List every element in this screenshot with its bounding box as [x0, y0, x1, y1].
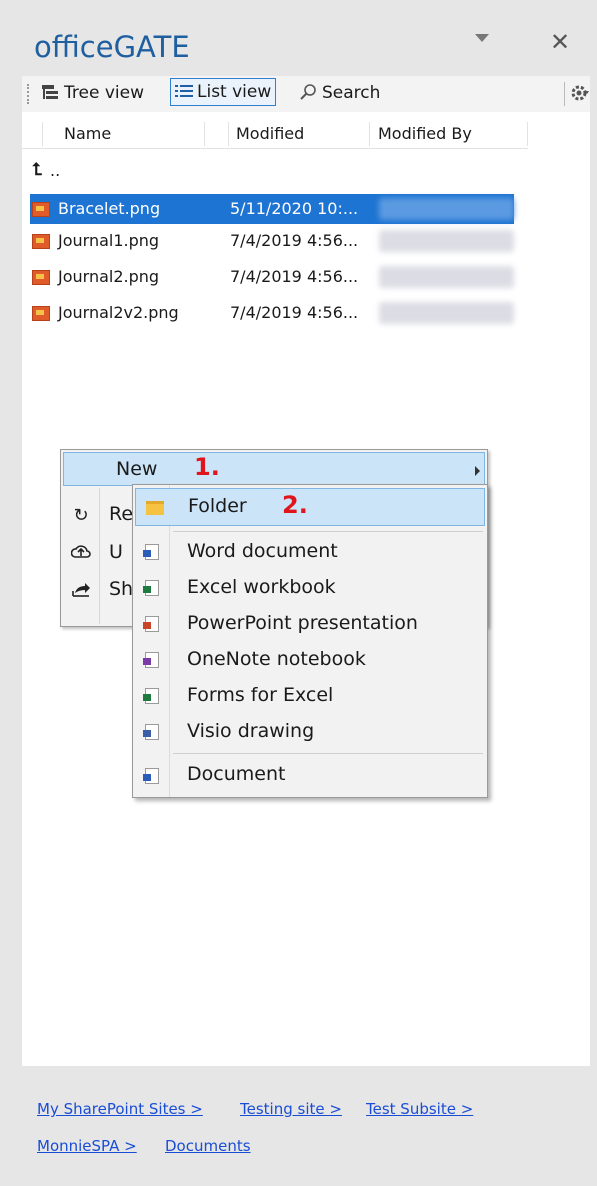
- step-2-annotation: 2.: [282, 491, 308, 519]
- close-icon[interactable]: ✕: [550, 28, 570, 56]
- powerpoint-icon: [143, 616, 159, 632]
- file-modified: 7/4/2019 4:56...: [230, 303, 359, 322]
- search-button[interactable]: Search: [300, 80, 380, 106]
- folder-icon: [146, 501, 164, 515]
- list-header: Name Modified Modified By: [22, 120, 528, 149]
- image-file-icon: [32, 306, 50, 321]
- submenu-arrow-icon: [475, 466, 480, 476]
- tree-view-button[interactable]: Tree view: [42, 80, 144, 106]
- excel-workbook-label: Excel workbook: [187, 576, 336, 598]
- excel-icon: [143, 580, 159, 596]
- file-modified-by-redacted: [379, 198, 514, 220]
- file-modified-by-redacted: [379, 302, 514, 324]
- list-view-button[interactable]: List view: [170, 78, 277, 106]
- share-icon: [70, 580, 92, 602]
- file-row[interactable]: Journal2v2.png 7/4/2019 4:56...: [30, 298, 514, 328]
- refresh-icon: ↻: [73, 505, 89, 526]
- onenote-icon: [143, 652, 159, 668]
- file-row[interactable]: Bracelet.png 5/11/2020 10:...: [30, 194, 514, 224]
- tree-view-label: Tree view: [64, 83, 144, 103]
- word-icon: [143, 544, 159, 560]
- file-row[interactable]: Journal1.png 7/4/2019 4:56...: [30, 226, 514, 256]
- new-submenu: Folder 2. Word document Excel workbook P…: [132, 484, 488, 798]
- search-label: Search: [322, 83, 381, 103]
- column-header-name[interactable]: Name: [64, 124, 111, 143]
- step-1-annotation: 1.: [194, 453, 220, 481]
- image-file-icon: [32, 270, 50, 285]
- image-file-icon: [32, 202, 50, 217]
- file-name: Journal2.png: [58, 267, 160, 286]
- breadcrumb-test-subsite[interactable]: Test Subsite >: [366, 1100, 473, 1118]
- context-menu-share[interactable]: Sh: [109, 573, 133, 605]
- column-header-modified-by[interactable]: Modified By: [378, 124, 472, 143]
- file-modified-by-redacted: [379, 266, 514, 288]
- context-menu-upload[interactable]: U: [109, 536, 123, 568]
- context-menu-refresh[interactable]: Re: [109, 498, 133, 530]
- breadcrumb-monniespa[interactable]: MonnieSPA >: [37, 1137, 137, 1155]
- pane-menu-dropdown-icon[interactable]: [475, 34, 489, 42]
- pane-title: officeGATE: [34, 30, 190, 64]
- new-label: New: [116, 458, 158, 480]
- breadcrumb-my-sharepoint-sites[interactable]: My SharePoint Sites >: [37, 1100, 203, 1118]
- excel-forms-icon: [143, 688, 159, 704]
- submenu-folder[interactable]: Folder 2.: [135, 488, 485, 526]
- search-icon: [300, 82, 318, 100]
- file-modified: 7/4/2019 4:56...: [230, 267, 359, 286]
- file-name: Journal2v2.png: [58, 303, 179, 322]
- file-modified: 7/4/2019 4:56...: [230, 231, 359, 250]
- parent-folder-label: ..: [50, 161, 61, 180]
- file-modified: 5/11/2020 10:...: [230, 199, 359, 218]
- list-view-icon: [175, 81, 193, 97]
- settings-gear-icon[interactable]: [570, 83, 590, 107]
- powerpoint-presentation-label: PowerPoint presentation: [187, 612, 418, 634]
- up-arrow-icon: ⮤: [32, 160, 43, 180]
- onenote-notebook-label: OneNote notebook: [187, 648, 366, 670]
- context-menu-new[interactable]: New 1.: [63, 452, 485, 486]
- folder-label: Folder: [188, 495, 247, 517]
- tree-view-icon: [42, 82, 60, 99]
- image-file-icon: [32, 234, 50, 249]
- breadcrumb-documents[interactable]: Documents: [165, 1137, 251, 1155]
- file-modified-by-redacted: [379, 230, 514, 252]
- visio-drawing-label: Visio drawing: [187, 720, 315, 742]
- forms-for-excel-label: Forms for Excel: [187, 684, 334, 706]
- list-view-label: List view: [197, 82, 272, 102]
- column-header-modified[interactable]: Modified: [236, 124, 304, 143]
- toolbar: Tree view List view Search: [22, 76, 590, 113]
- file-name: Bracelet.png: [58, 199, 161, 218]
- breadcrumb-testing-site[interactable]: Testing site >: [240, 1100, 342, 1118]
- word-document-label: Word document: [187, 540, 338, 562]
- parent-folder-row[interactable]: ⮤ ..: [30, 156, 514, 186]
- visio-icon: [143, 724, 159, 740]
- toolbar-grip[interactable]: [27, 84, 31, 104]
- upload-icon: [70, 543, 92, 565]
- document-icon: [143, 768, 159, 784]
- file-name: Journal1.png: [58, 231, 160, 250]
- document-label: Document: [187, 763, 286, 785]
- toolbar-separator: [564, 82, 565, 106]
- file-row[interactable]: Journal2.png 7/4/2019 4:56...: [30, 262, 514, 292]
